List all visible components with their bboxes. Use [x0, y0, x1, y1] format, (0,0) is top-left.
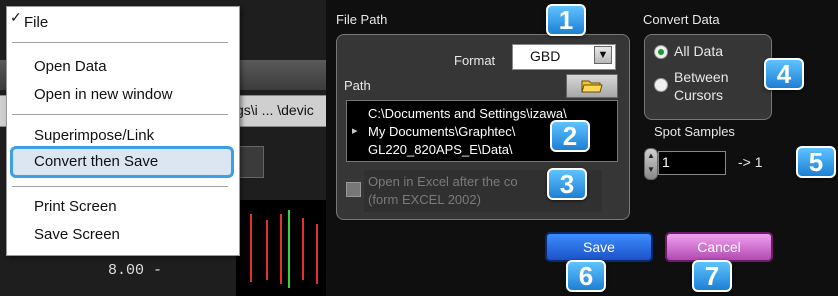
- save-button[interactable]: Save: [545, 232, 653, 262]
- menu-item-print-screen[interactable]: Print Screen: [34, 198, 117, 215]
- menu-separator: [12, 114, 228, 115]
- spot-samples-result: -> 1: [738, 154, 763, 170]
- spot-samples-label: Spot Samples: [654, 124, 735, 139]
- path-strip-text: gs\i ... \devic: [236, 102, 314, 118]
- spinner-arrows-icon[interactable]: ▲ ▼: [644, 148, 658, 180]
- convert-data-label: Convert Data: [643, 12, 720, 27]
- y-axis-tick-label: 8.00 -: [108, 262, 163, 279]
- excel-format-note: (form EXCEL 2002): [368, 192, 481, 207]
- chart-area: [236, 200, 326, 296]
- trace-green-1: [288, 210, 290, 288]
- menu-item-open-data[interactable]: Open Data: [34, 58, 107, 75]
- folder-icon: [581, 80, 603, 93]
- callout-badge-7: 7: [692, 260, 732, 292]
- format-label: Format: [454, 53, 496, 68]
- menu-item-convert-then-save[interactable]: Convert then Save: [34, 153, 158, 170]
- spot-samples-value: 1: [662, 154, 670, 170]
- path-line-3: GL220_820APS_E\Data\: [368, 142, 513, 157]
- browse-folder-button[interactable]: [566, 74, 618, 98]
- format-value: GBD: [530, 48, 561, 64]
- open-in-excel-checkbox[interactable]: [346, 182, 361, 197]
- callout-badge-6: 6: [566, 260, 606, 292]
- radio-cursors-label: Cursors: [674, 87, 724, 103]
- trace-red-4: [302, 218, 304, 280]
- radio-between-label: Between: [674, 69, 729, 85]
- trace-red-1: [250, 214, 252, 282]
- callout-badge-2: 2: [550, 120, 590, 152]
- background-app-window: gs\i ... \devic 8.00 - ✓ File Open Data …: [0, 0, 326, 296]
- path-label: Path: [344, 78, 371, 93]
- menu-separator: [12, 42, 228, 43]
- radio-all-data-label: All Data: [674, 43, 724, 59]
- radio-all-data[interactable]: [654, 45, 668, 59]
- path-line-1: C:\Documents and Settings\izawa\: [368, 106, 567, 121]
- menu-separator: [12, 186, 228, 187]
- callout-badge-4: 4: [764, 58, 804, 90]
- menu-item-file[interactable]: File: [24, 14, 48, 31]
- menu-item-superimpose[interactable]: Superimpose/Link: [34, 127, 154, 144]
- file-path-label: File Path: [336, 12, 388, 27]
- trace-red-2: [266, 220, 268, 280]
- open-in-excel-label: Open in Excel after the co: [368, 174, 518, 189]
- callout-badge-5: 5: [796, 146, 836, 178]
- cancel-button[interactable]: Cancel: [665, 232, 773, 262]
- path-line-2: My Documents\Graphtec\: [368, 124, 516, 139]
- menu-item-open-new-window[interactable]: Open in new window: [34, 86, 172, 103]
- radio-between-cursors[interactable]: [654, 78, 668, 92]
- chevron-down-icon[interactable]: ▼: [594, 46, 612, 64]
- trace-red-5: [316, 224, 318, 284]
- callout-badge-1: 1: [546, 4, 586, 36]
- menu-item-save-screen[interactable]: Save Screen: [34, 226, 120, 243]
- trace-red-3: [280, 214, 282, 284]
- checkmark-icon: ✓: [10, 9, 22, 25]
- callout-badge-3: 3: [547, 168, 587, 200]
- path-scroll-icon[interactable]: ▸: [352, 124, 358, 137]
- app-tab[interactable]: [236, 146, 264, 178]
